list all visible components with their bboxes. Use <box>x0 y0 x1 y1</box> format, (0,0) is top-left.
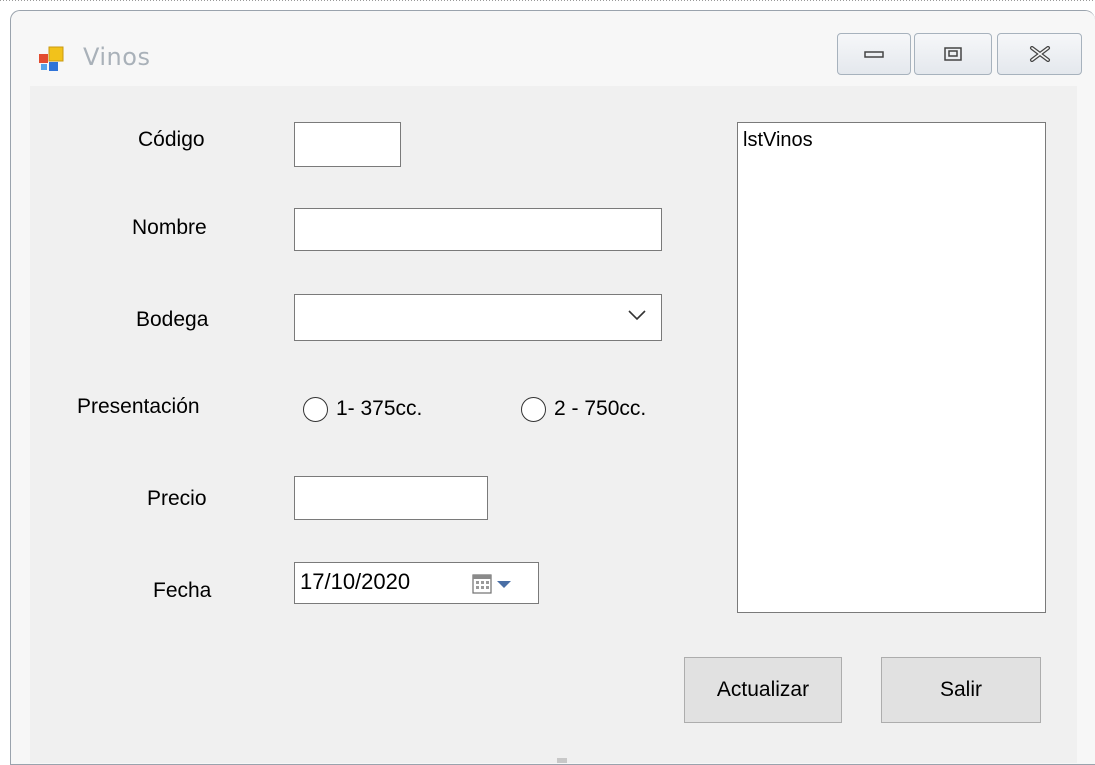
codigo-input[interactable] <box>294 122 401 167</box>
radio-750cc[interactable] <box>521 397 546 422</box>
form-client-area: Código Nombre Bodega Presentación 1- 375… <box>30 86 1077 763</box>
close-icon <box>1029 46 1050 62</box>
close-button[interactable] <box>997 33 1082 75</box>
bodega-combobox[interactable] <box>294 294 662 341</box>
chevron-down-icon <box>628 310 646 321</box>
nombre-label: Nombre <box>132 216 207 239</box>
actualizar-button[interactable]: Actualizar <box>684 657 842 723</box>
listbox-name-label: lstVinos <box>743 129 813 151</box>
nombre-input[interactable] <box>294 208 662 251</box>
presentacion-label: Presentación <box>77 395 200 418</box>
window-title: Vinos <box>83 43 151 71</box>
radio-375cc-label[interactable]: 1- 375cc. <box>336 397 422 421</box>
radio-750cc-label[interactable]: 2 - 750cc. <box>554 397 646 421</box>
restore-button[interactable] <box>914 33 992 75</box>
codigo-label: Código <box>138 128 205 151</box>
vinos-listbox[interactable]: lstVinos <box>737 122 1046 613</box>
resize-grip-mark <box>557 758 567 763</box>
screen-top-border <box>0 0 1095 6</box>
precio-input[interactable] <box>294 476 488 520</box>
fecha-label: Fecha <box>153 579 212 602</box>
fecha-datepicker[interactable]: 17/10/2020 <box>294 562 539 604</box>
calendar-dropdown-icon[interactable] <box>471 572 517 596</box>
app-icon <box>39 46 64 71</box>
salir-button[interactable]: Salir <box>881 657 1041 723</box>
fecha-value[interactable]: 17/10/2020 <box>300 569 410 595</box>
bodega-label: Bodega <box>136 308 209 331</box>
minimize-icon <box>864 51 884 58</box>
title-bar[interactable]: Vinos <box>11 11 1095 86</box>
radio-375cc[interactable] <box>303 397 328 422</box>
minimize-button[interactable] <box>837 33 911 75</box>
vinos-window: Vinos Código Nombre Bodega Presentación … <box>10 10 1095 765</box>
precio-label: Precio <box>147 487 207 510</box>
restore-icon <box>944 47 962 61</box>
